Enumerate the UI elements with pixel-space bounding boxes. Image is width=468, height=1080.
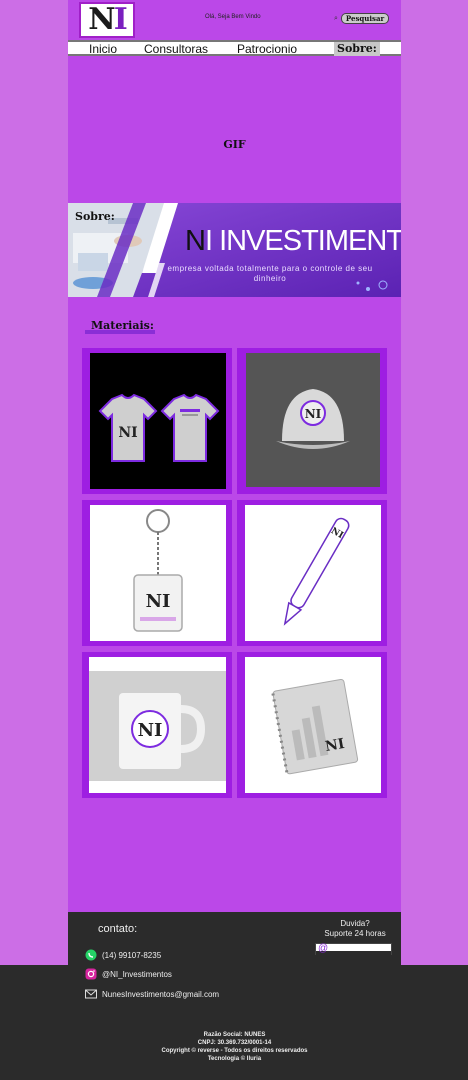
material-card-caneca[interactable]: NI <box>82 652 232 798</box>
material-card-camisetas[interactable]: NI <box>82 348 232 494</box>
svg-text:NI: NI <box>305 407 322 421</box>
logo[interactable]: NI <box>79 2 135 38</box>
contact-instagram[interactable]: @NI_Investimentos <box>85 968 172 980</box>
legal-info: Razão Social: NUNES CNPJ: 30.369.732/000… <box>161 1032 308 1062</box>
pen-image: NI <box>245 505 381 641</box>
contact-heading: contato: <box>98 923 138 935</box>
logo-text: NI <box>88 2 127 37</box>
page-container: NI Olá, Seja Bem Vindo ⌕ Pesquisar Inici… <box>68 0 401 1080</box>
contact-email[interactable]: NunesInvestimentos@gmail.com <box>85 988 219 1000</box>
svg-text:NI: NI <box>146 591 171 612</box>
search-button[interactable]: Pesquisar <box>340 13 390 24</box>
header: NI Olá, Seja Bem Vindo ⌕ Pesquisar <box>68 0 401 40</box>
search-area: ⌕ Pesquisar <box>334 13 390 24</box>
nav-item-patrocinio[interactable]: Patrocionio <box>237 42 297 56</box>
nav-item-inicio[interactable]: Inicio <box>89 42 117 56</box>
whatsapp-icon <box>85 949 97 961</box>
svg-text:NI: NI <box>118 425 137 441</box>
cap-image: NI <box>246 353 380 487</box>
search-icon[interactable]: ⌕ <box>334 15 338 23</box>
banner-heading: Sobre: <box>75 210 115 223</box>
main-nav: Inicio Consultoras Patrocionio Sobre: <box>68 40 401 56</box>
material-card-chaveiro[interactable]: NI <box>82 500 232 646</box>
keychain-image: NI <box>90 505 226 641</box>
materials-heading: Materiais: <box>85 316 155 334</box>
support-text: Duvida? Suporte 24 horas <box>324 919 386 938</box>
contact-phone[interactable]: (14) 99107-8235 <box>85 949 161 961</box>
mug-image: NI <box>89 657 226 793</box>
mail-icon <box>85 988 97 1000</box>
greeting-text: Olá, Seja Bem Vindo <box>205 14 261 20</box>
about-banner: Sobre: NI INVESTIMENTOS empresa voltada … <box>68 203 401 297</box>
instagram-icon <box>85 968 97 980</box>
banner-subtitle: empresa voltada totalmente para o contro… <box>167 264 373 283</box>
material-card-caderno[interactable]: NI <box>237 652 387 798</box>
material-card-caneta[interactable]: NI <box>237 500 387 646</box>
banner-title: NI INVESTIMENTOS <box>185 225 401 257</box>
svg-text:NI: NI <box>324 736 346 755</box>
notebook-image: NI <box>245 657 381 793</box>
material-card-bone[interactable]: NI <box>237 348 387 494</box>
nav-item-sobre[interactable]: Sobre: <box>334 42 380 56</box>
gif-placeholder: GIF <box>223 138 246 151</box>
footer: contato: Duvida? Suporte 24 horas @ (14)… <box>68 912 401 1080</box>
nav-item-consultoras[interactable]: Consultoras <box>144 42 208 56</box>
svg-text:NI: NI <box>138 720 163 741</box>
at-icon: @ <box>318 943 329 954</box>
tshirt-image: NI <box>90 353 226 489</box>
